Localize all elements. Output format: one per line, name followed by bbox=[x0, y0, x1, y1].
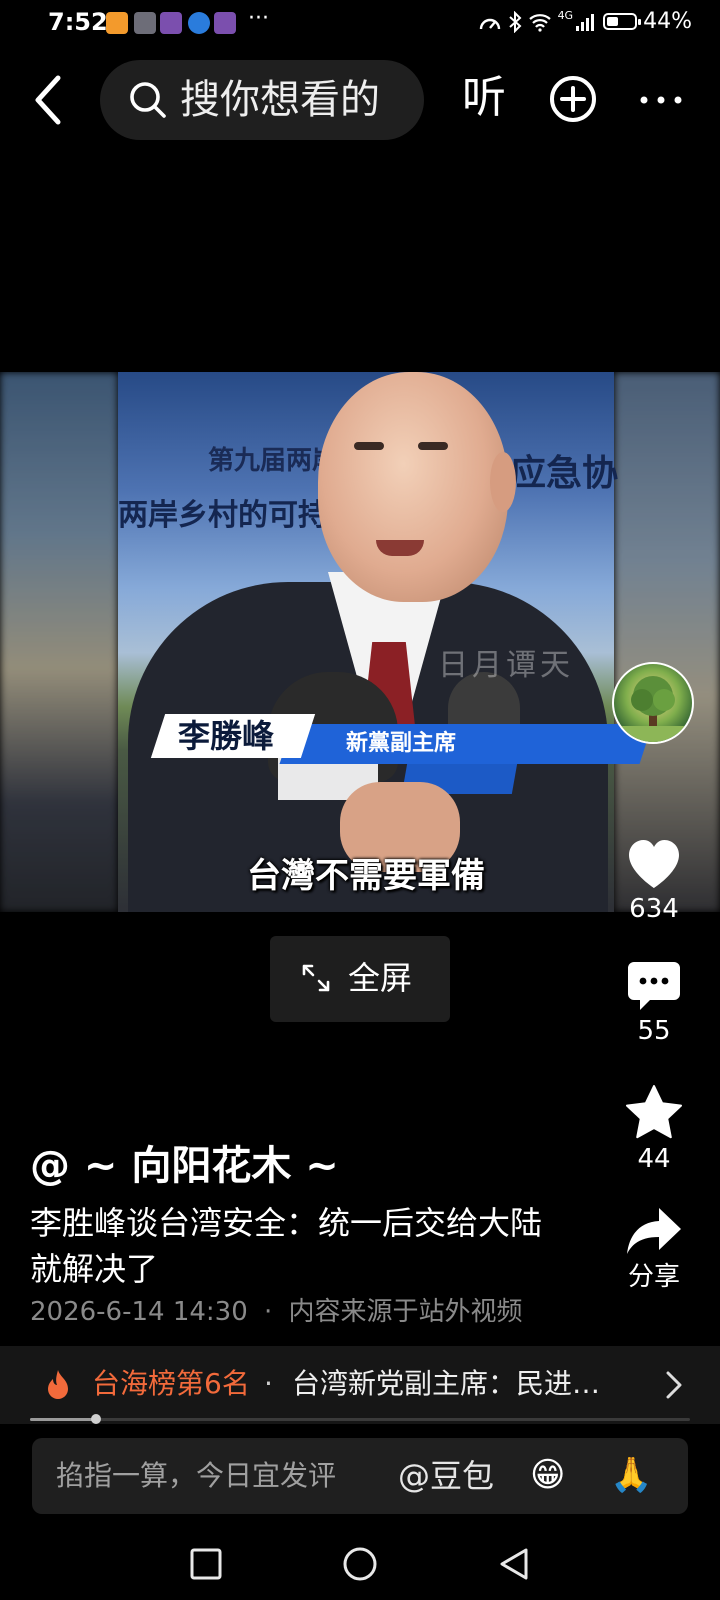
back-button[interactable] bbox=[28, 72, 72, 128]
search-bar[interactable]: 搜你想看的 bbox=[100, 60, 424, 140]
add-button[interactable] bbox=[548, 74, 598, 124]
heart-icon bbox=[629, 840, 679, 888]
network-type: 4G bbox=[557, 9, 574, 22]
notification-app-icon bbox=[134, 12, 156, 34]
like-button[interactable]: 634 bbox=[609, 838, 699, 924]
status-bar: 7:52 ··· 4G 44% bbox=[0, 0, 720, 46]
comment-count: 55 bbox=[637, 1016, 671, 1046]
video-frame: 第九届两岸 两岸乡村的可持 应急协 日月谭天 新黨副主席 李勝峰 台灣不需要軍備 bbox=[118, 372, 653, 912]
wifi-icon bbox=[528, 13, 551, 32]
like-count: 634 bbox=[629, 894, 679, 924]
chevron-left-icon bbox=[35, 75, 61, 125]
bluetooth-icon bbox=[508, 10, 522, 33]
share-button[interactable]: 分享 bbox=[609, 1206, 699, 1292]
star-icon bbox=[626, 1085, 682, 1139]
grin-emoji-button[interactable]: 😁 bbox=[530, 1452, 565, 1498]
backdrop-text: 两岸乡村的可持 bbox=[118, 498, 328, 533]
status-right-group: 4G 44% bbox=[478, 9, 692, 34]
fire-icon bbox=[48, 1370, 68, 1399]
post-timestamp: 2026-6-14 14:30 bbox=[30, 1297, 248, 1327]
notification-app-icon bbox=[214, 12, 236, 34]
system-nav-bar bbox=[0, 1528, 720, 1600]
video-watermark: 日月谭天 bbox=[438, 648, 574, 683]
share-icon bbox=[627, 1208, 681, 1254]
comment-icon bbox=[628, 962, 680, 1010]
post-meta: 2026-6-14 14:30 · 内容来源于站外视频 bbox=[30, 1294, 523, 1330]
meta-separator: · bbox=[264, 1297, 273, 1327]
video-blur-right bbox=[614, 372, 720, 912]
mention-doubao-button[interactable]: @豆包 bbox=[398, 1454, 494, 1498]
listen-button[interactable]: 听 bbox=[462, 68, 506, 128]
favorite-count: 44 bbox=[637, 1144, 671, 1174]
video-subtitle: 台灣不需要軍備 bbox=[247, 856, 485, 896]
chevron-right-icon bbox=[666, 1371, 682, 1399]
video-blur-left bbox=[0, 372, 118, 912]
battery-icon bbox=[603, 13, 642, 30]
plus-circle-icon bbox=[550, 76, 596, 122]
hot-rank-label: 台海榜第6名 bbox=[92, 1367, 250, 1400]
battery-fill bbox=[607, 17, 619, 26]
back-nav-icon[interactable] bbox=[496, 1546, 532, 1582]
fullscreen-label: 全屏 bbox=[348, 959, 413, 997]
video-progress-bar[interactable] bbox=[30, 1414, 690, 1424]
favorite-button[interactable]: 44 bbox=[609, 1084, 699, 1174]
speaker-ear bbox=[490, 452, 516, 512]
search-placeholder: 搜你想看的 bbox=[180, 77, 380, 123]
expand-icon bbox=[302, 964, 330, 992]
home-icon[interactable] bbox=[342, 1546, 378, 1582]
recents-icon[interactable] bbox=[188, 1546, 224, 1582]
caption-title-bg bbox=[279, 724, 653, 764]
video-progress-fill bbox=[30, 1418, 96, 1421]
notification-app-icon bbox=[188, 12, 210, 34]
hot-topic-title: 台湾新党副主席：民进… bbox=[292, 1367, 601, 1400]
source-note: 内容来源于站外视频 bbox=[288, 1297, 523, 1327]
signal-icon bbox=[576, 13, 595, 31]
fullscreen-button[interactable]: 全屏 bbox=[270, 936, 450, 1022]
caption-name: 李勝峰 bbox=[178, 717, 275, 755]
more-horizontal-icon bbox=[640, 96, 682, 104]
speed-icon bbox=[479, 18, 500, 29]
video-progress-handle[interactable] bbox=[91, 1414, 101, 1424]
speaker-eye bbox=[354, 442, 384, 450]
more-button[interactable] bbox=[636, 80, 686, 120]
caption-title: 新黨副主席 bbox=[346, 731, 457, 756]
author-avatar[interactable] bbox=[612, 662, 694, 744]
comment-placeholder: 掐指一算，今日宜发评 bbox=[56, 1459, 337, 1492]
battery-percent: 44% bbox=[643, 9, 692, 34]
speaker-head bbox=[318, 372, 508, 602]
author-name[interactable]: @ ~ 向阳花木 ~ bbox=[30, 1140, 339, 1192]
tree-icon bbox=[614, 676, 692, 742]
post-description[interactable]: 李胜峰谈台湾安全：统一后交给大陆就解决了 bbox=[30, 1200, 570, 1292]
search-icon bbox=[130, 82, 166, 118]
video-player[interactable]: 第九届两岸 两岸乡村的可持 应急协 日月谭天 新黨副主席 李勝峰 台灣不需要軍備 bbox=[0, 372, 720, 912]
backdrop-text: 应急协 bbox=[510, 453, 619, 494]
comment-button[interactable]: 55 bbox=[609, 960, 699, 1046]
pray-emoji-button[interactable]: 🙏 bbox=[610, 1452, 652, 1498]
status-time: 7:52 bbox=[48, 8, 108, 36]
status-more: ··· bbox=[248, 6, 269, 31]
share-label: 分享 bbox=[627, 1262, 680, 1292]
speaker-eye bbox=[418, 442, 448, 450]
comment-input[interactable]: 掐指一算，今日宜发评 @豆包 😁 🙏 bbox=[32, 1438, 688, 1514]
hot-separator: · bbox=[264, 1367, 273, 1400]
notification-app-icon bbox=[106, 12, 128, 34]
hot-ranking-bar[interactable]: 台海榜第6名 · 台湾新党副主席：民进… bbox=[0, 1346, 720, 1424]
notification-app-icon bbox=[160, 12, 182, 34]
